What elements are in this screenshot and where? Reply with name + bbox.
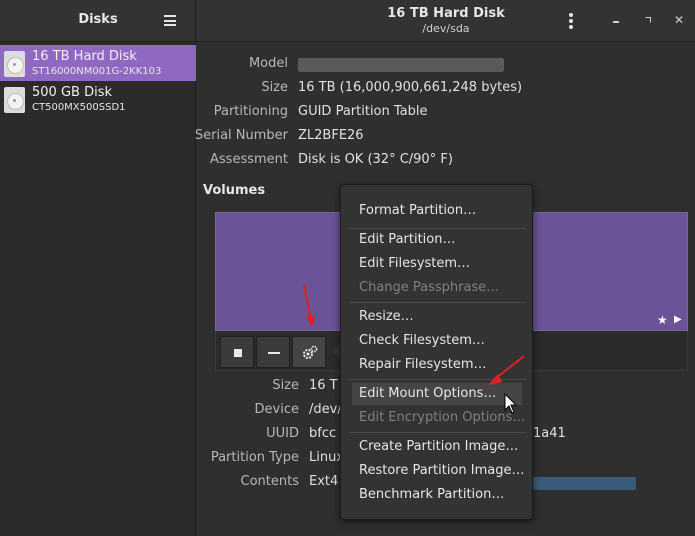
menu-item-edit-mount-options[interactable]: Edit Mount Options… <box>352 383 522 405</box>
partitioning-label: Partitioning <box>213 104 288 119</box>
menu-separator <box>349 302 526 303</box>
serial-number-label: Serial Number <box>194 128 288 143</box>
uuid-label: UUID <box>266 426 299 441</box>
menu-item-change-passphrase: Change Passphrase… <box>359 280 500 295</box>
mouse-cursor-icon <box>504 393 518 414</box>
contents-value: Ext4 <box>309 474 339 489</box>
page-title: 16 TB Hard Disk <box>387 6 505 21</box>
size-label: Size <box>261 80 288 95</box>
volumes-heading: Volumes <box>203 183 266 198</box>
menu-item-create-partition-image[interactable]: Create Partition Image… <box>352 436 522 458</box>
partition-type-value: Linux <box>309 450 345 465</box>
menu-separator <box>349 379 526 380</box>
maximize-icon[interactable] <box>645 17 651 23</box>
menu-item-edit-encryption-options: Edit Encryption Options… <box>359 410 526 425</box>
menu-item-edit-partition[interactable]: Edit Partition… <box>352 229 522 251</box>
partition-type-label: Partition Type <box>210 450 299 465</box>
uuid-value-end: 1a41 <box>533 426 566 441</box>
volume-size-value: 16 T <box>309 378 338 393</box>
partitioning-value: GUID Partition Table <box>298 104 428 119</box>
partition-options-menu: Format Partition… Edit Partition… Edit F… <box>340 184 533 520</box>
device-label: Device <box>254 402 299 417</box>
serial-number-value: ZL2BFE26 <box>298 128 364 143</box>
menu-item-resize[interactable]: Resize… <box>352 306 522 328</box>
play-icon: ▶ <box>674 314 682 325</box>
model-value-redacted <box>298 58 504 72</box>
header-bar: 16 TB Hard Disk /dev/sda ✕ <box>197 0 695 42</box>
unmount-button[interactable] <box>220 336 254 368</box>
gears-icon <box>303 345 318 359</box>
page-subtitle: /dev/sda <box>422 22 470 35</box>
device-value[interactable]: /dev/ <box>309 402 342 417</box>
menu-item-check-filesystem[interactable]: Check Filesystem… <box>352 330 522 352</box>
mount-path-redacted[interactable] <box>533 477 636 490</box>
minimize-icon[interactable] <box>613 21 619 23</box>
minus-icon <box>268 352 280 354</box>
uuid-value: bfcc <box>309 426 337 441</box>
volume-size-label: Size <box>272 378 299 393</box>
menu-item-restore-partition-image[interactable]: Restore Partition Image… <box>352 460 524 482</box>
size-value: 16 TB (16,000,900,661,248 bytes) <box>298 80 523 95</box>
menu-item-benchmark-partition[interactable]: Benchmark Partition… <box>352 484 522 506</box>
hamburger-menu-icon[interactable] <box>164 15 176 26</box>
menu-item-format-partition[interactable]: Format Partition… <box>352 200 522 222</box>
close-icon[interactable]: ✕ <box>672 13 686 27</box>
assessment-value: Disk is OK (32° C/90° F) <box>298 152 453 167</box>
assessment-label: Assessment <box>210 152 288 167</box>
delete-partition-button[interactable] <box>256 336 290 368</box>
partition-options-button[interactable] <box>292 336 326 368</box>
contents-label: Contents <box>240 474 299 489</box>
sidebar-header: Disks <box>0 0 195 42</box>
menu-separator <box>349 432 526 433</box>
stop-icon <box>234 349 242 357</box>
kebab-menu-icon[interactable] <box>569 13 573 29</box>
star-icon: ★ <box>657 313 668 327</box>
menu-item-repair-filesystem[interactable]: Repair Filesystem… <box>352 354 522 376</box>
model-label: Model <box>248 56 288 71</box>
menu-item-edit-filesystem[interactable]: Edit Filesystem… <box>352 253 522 275</box>
